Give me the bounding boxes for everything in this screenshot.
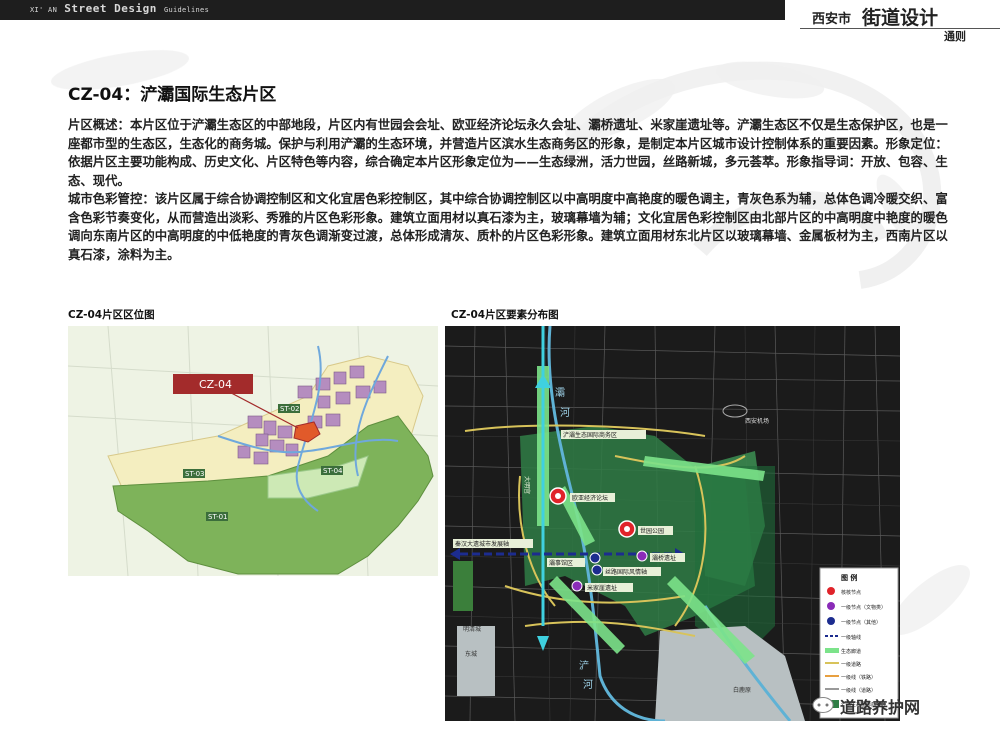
header-city: 西安市 xyxy=(812,12,852,27)
secondary-node xyxy=(591,564,603,576)
legend-item: 一级轴线 xyxy=(841,634,861,641)
color-control-paragraph: 城市色彩管控：该片区属于综合协调控制区和文化宜居色彩控制区，其中综合协调控制区以… xyxy=(68,191,948,262)
brand-main: Street Design xyxy=(64,2,157,15)
zone-label: ST-01 xyxy=(208,513,228,521)
chat-bubble-icon xyxy=(812,697,834,713)
zone-label: ST-04 xyxy=(323,467,343,475)
secondary-node xyxy=(589,552,601,564)
map-label: 河 xyxy=(583,679,593,691)
element-map: 白鹿原 明清城 东城 西安机场 灞 河 浐 河 浐灞生态国际商务区 欧亚经济论坛… xyxy=(445,326,900,721)
zone-label: ST-03 xyxy=(185,470,205,478)
location-map: CZ-04 ST-02 ST-03 ST-04 ST-01 xyxy=(68,326,438,576)
legend-item: 核核节点 xyxy=(841,589,861,596)
overview-paragraph: 片区概述：本片区位于浐灞生态区的中部地段，片区内有世园会会址、欧亚经济论坛永久会… xyxy=(68,117,948,188)
legend-item: 一级线（铁路） xyxy=(841,674,876,681)
callout-label: CZ-04 xyxy=(199,378,232,391)
body-text: 片区概述：本片区位于浐灞生态区的中部地段，片区内有世园会会址、欧亚经济论坛永久会… xyxy=(68,116,948,264)
legend-title: 图 例 xyxy=(841,573,857,582)
watermark-text: 道路养护网 xyxy=(840,698,921,717)
core-node xyxy=(618,520,636,538)
heritage-node xyxy=(571,580,583,592)
element-map-caption: CZ-04片区要素分布图 xyxy=(451,309,559,321)
map-label: 白鹿原 xyxy=(733,686,751,694)
page-title: CZ-04：浐灞国际生态片区 xyxy=(68,85,277,105)
brand-prefix: XI' AN xyxy=(30,6,58,14)
map-label: 灞 xyxy=(555,387,565,399)
map-label: 灞桥遗址 xyxy=(652,554,676,562)
location-map-caption: CZ-04片区区位图 xyxy=(68,309,155,321)
legend-item: 一级道路 xyxy=(841,661,861,668)
map-label: 大明宫 xyxy=(523,476,531,494)
zone-label: ST-02 xyxy=(280,405,300,413)
location-map-drawing: CZ-04 ST-02 ST-03 ST-04 ST-01 xyxy=(68,326,438,576)
header-title: 街道设计 xyxy=(862,7,939,29)
legend-item: 一级节点（文物类） xyxy=(841,604,886,611)
map-label: 浐灞生态国际商务区 xyxy=(563,431,617,439)
header-subtitle: 通则 xyxy=(944,30,966,43)
map-label: 灞事馆区 xyxy=(549,559,573,567)
legend-item: 一级节点（其他） xyxy=(841,619,881,626)
map-label: 米家崖遗址 xyxy=(587,584,617,592)
map-label: 世园公园 xyxy=(640,527,664,535)
map-label: 欧亚经济论坛 xyxy=(572,494,608,502)
heritage-node xyxy=(636,550,648,562)
element-map-drawing: 白鹿原 明清城 东城 西安机场 灞 河 浐 河 浐灞生态国际商务区 欧亚经济论坛… xyxy=(445,326,900,721)
map-label: 秦汉大遗城市发展轴 xyxy=(455,540,509,548)
legend-item: 一级线（道路） xyxy=(841,687,876,694)
map-label: 河 xyxy=(560,407,570,419)
map-label: 东城 xyxy=(465,650,477,658)
map-label: 丝路国际风情轴 xyxy=(605,568,647,576)
brand-logo: XI' AN Street Design Guidelines xyxy=(30,2,209,15)
core-node xyxy=(549,487,567,505)
legend-item: 生态廊道 xyxy=(841,648,861,655)
brand-suffix: Guidelines xyxy=(163,6,210,14)
map-label: 西安机场 xyxy=(745,417,769,425)
map-label: 明清城 xyxy=(463,625,481,633)
header-divider xyxy=(800,28,1000,29)
map-label: 浐 xyxy=(579,659,589,672)
